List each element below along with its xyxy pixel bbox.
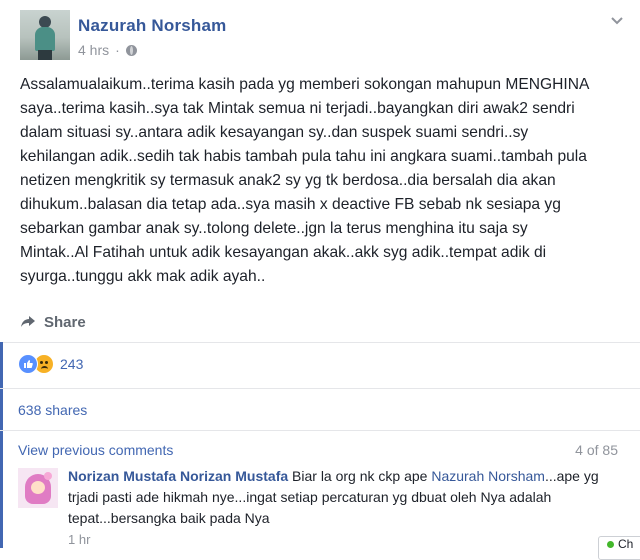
avatar-figure-body [35, 27, 55, 51]
comment-mention[interactable]: Nazurah Norsham [431, 468, 545, 484]
chat-tab[interactable]: Ch [598, 536, 640, 560]
shares-count[interactable]: 638 shares [18, 402, 87, 418]
commenter-avatar[interactable] [18, 468, 58, 508]
avatar-flower [44, 472, 52, 480]
comment-timestamp[interactable]: 1 hr [68, 532, 90, 547]
like-icon [18, 354, 38, 374]
author-name[interactable]: Nazurah Norsham [78, 16, 226, 36]
reactions-summary[interactable]: 243 [18, 354, 83, 374]
comment-body: Norizan Mustafa Norizan Mustafa Biar la … [68, 466, 628, 529]
avatar-face [31, 481, 45, 494]
comment-text-start: Biar la org nk ckp ape [292, 468, 428, 484]
reaction-count[interactable]: 243 [60, 356, 83, 372]
chevron-down-icon[interactable] [610, 14, 624, 28]
globe-icon[interactable] [125, 44, 137, 56]
view-previous-comments-link[interactable]: View previous comments [18, 442, 173, 458]
post-meta: 4 hrs · [78, 42, 137, 58]
post-text: Assalamualaikum..terima kasih pada yg me… [20, 76, 590, 285]
commenter-name[interactable]: Norizan Mustafa Norizan Mustafa [68, 468, 288, 484]
share-arrow-icon [21, 316, 35, 327]
share-label: Share [44, 313, 86, 331]
author-avatar[interactable] [20, 10, 70, 60]
post-timestamp[interactable]: 4 hrs [78, 42, 109, 58]
comment-section-accent [0, 342, 3, 548]
post-header: Nazurah Norsham 4 hrs · [20, 10, 630, 62]
avatar-figure-legs [38, 50, 52, 60]
comment-page-count: 4 of 85 [575, 442, 618, 458]
chat-label: Ch [618, 537, 634, 551]
divider [0, 388, 640, 389]
online-status-icon [607, 541, 614, 548]
sad-mouth [41, 366, 48, 372]
divider [0, 342, 640, 343]
meta-separator: · [115, 42, 120, 58]
divider [0, 430, 640, 431]
share-button[interactable]: Share [20, 310, 86, 334]
